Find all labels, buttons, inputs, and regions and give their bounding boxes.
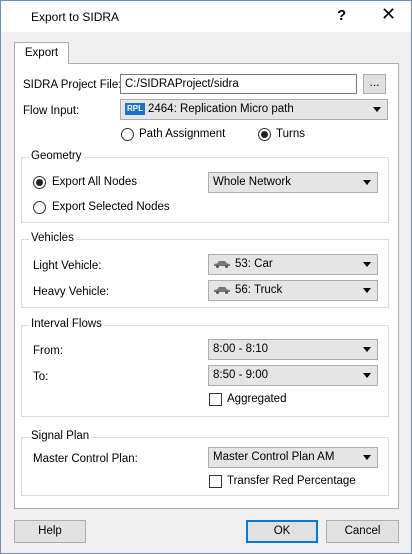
flow-input-label: Flow Input: — [23, 105, 80, 117]
turns-radio[interactable] — [258, 128, 271, 141]
turns-label: Turns — [276, 128, 305, 140]
to-label: To: — [33, 371, 49, 383]
chevron-down-icon — [373, 107, 381, 112]
cancel-button[interactable]: Cancel — [326, 520, 399, 543]
rpl-icon: RPL — [125, 103, 145, 115]
chevron-down-icon — [363, 347, 371, 352]
network-select[interactable]: Whole Network — [208, 172, 378, 193]
signal-plan-title: Signal Plan — [29, 430, 92, 442]
chevron-down-icon — [363, 455, 371, 460]
car-icon — [214, 287, 230, 294]
vehicles-title: Vehicles — [29, 232, 76, 244]
flow-input-select[interactable]: RPL 2464: Replication Micro path — [120, 99, 388, 120]
window-title: Export to SIDRA — [31, 10, 120, 24]
chevron-down-icon — [363, 262, 371, 267]
network-value: Whole Network — [213, 176, 291, 188]
to-select[interactable]: 8:50 - 9:00 — [208, 365, 378, 386]
master-control-plan-select[interactable]: Master Control Plan AM — [208, 447, 378, 468]
export-selected-nodes-radio[interactable] — [33, 201, 46, 214]
master-control-plan-label: Master Control Plan: — [33, 453, 138, 465]
heavy-vehicle-select[interactable]: 56: Truck — [208, 280, 378, 301]
chevron-down-icon — [363, 180, 371, 185]
heavy-vehicle-value: 56: Truck — [235, 284, 283, 296]
master-control-plan-value: Master Control Plan AM — [213, 451, 335, 463]
to-value: 8:50 - 9:00 — [213, 369, 268, 381]
tab-export[interactable]: Export — [14, 42, 69, 64]
car-icon — [214, 261, 230, 268]
export-all-nodes-label: Export All Nodes — [52, 176, 138, 188]
browse-button[interactable]: ... — [363, 74, 386, 94]
ok-button[interactable]: OK — [246, 520, 318, 543]
chevron-down-icon — [363, 288, 371, 293]
export-all-nodes-radio[interactable] — [33, 176, 46, 189]
export-dialog: Export to SIDRA ? ✕ Export SIDRA Project… — [0, 0, 412, 554]
aggregated-label: Aggregated — [227, 393, 287, 405]
help-icon[interactable]: ? — [337, 7, 346, 24]
close-icon[interactable]: ✕ — [381, 5, 396, 23]
aggregated-checkbox[interactable] — [209, 393, 222, 406]
project-file-label: SIDRA Project File: — [23, 79, 122, 91]
flow-input-value: 2464: Replication Micro path — [148, 103, 294, 115]
transfer-red-percentage-label: Transfer Red Percentage — [227, 475, 356, 487]
path-assignment-label: Path Assignment — [139, 128, 226, 140]
title-bar: Export to SIDRA ? ✕ — [1, 1, 411, 32]
help-button[interactable]: Help — [14, 520, 86, 543]
from-value: 8:00 - 8:10 — [213, 343, 268, 355]
light-vehicle-select[interactable]: 53: Car — [208, 254, 378, 275]
from-select[interactable]: 8:00 - 8:10 — [208, 339, 378, 360]
geometry-title: Geometry — [29, 150, 84, 162]
export-panel: SIDRA Project File: C:/SIDRAProject/sidr… — [14, 63, 399, 509]
project-file-input[interactable]: C:/SIDRAProject/sidra — [120, 74, 357, 94]
chevron-down-icon — [363, 373, 371, 378]
interval-flows-title: Interval Flows — [29, 318, 104, 330]
heavy-vehicle-label: Heavy Vehicle: — [33, 286, 110, 298]
transfer-red-percentage-checkbox[interactable] — [209, 475, 222, 488]
light-vehicle-label: Light Vehicle: — [33, 260, 102, 272]
from-label: From: — [33, 345, 64, 357]
export-selected-nodes-label: Export Selected Nodes — [52, 201, 170, 213]
light-vehicle-value: 53: Car — [235, 258, 273, 270]
path-assignment-radio[interactable] — [121, 128, 134, 141]
